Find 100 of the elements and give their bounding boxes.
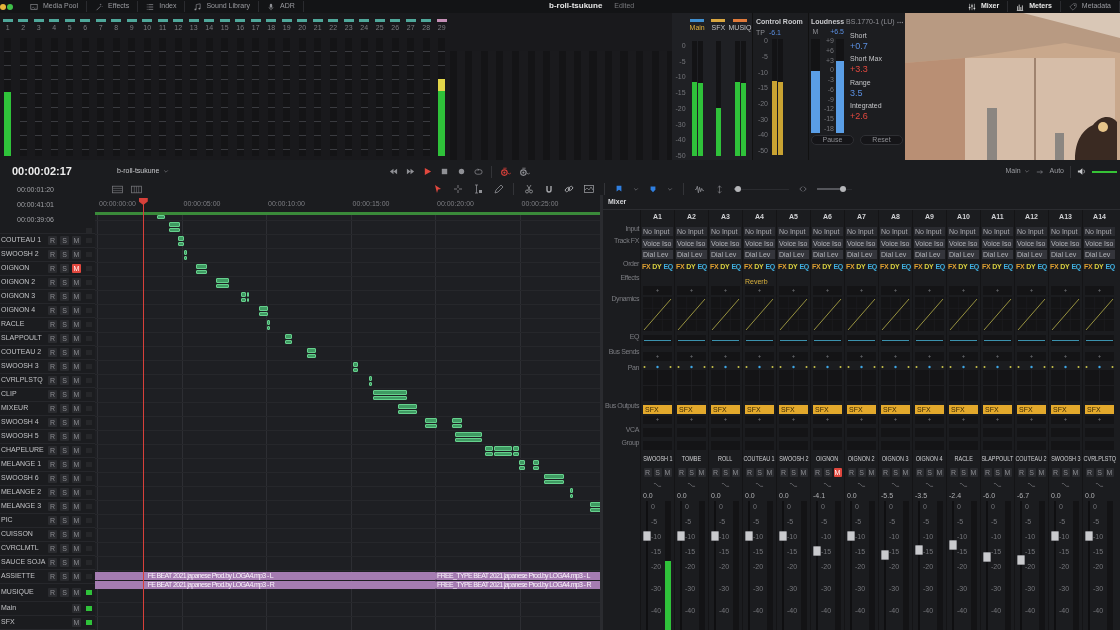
audio-clip[interactable] [215,283,229,288]
zoom-slider[interactable] [734,186,789,192]
waveform-icon[interactable] [694,183,705,195]
pointer-icon[interactable] [433,184,443,194]
fader-thumb[interactable] [1051,531,1059,542]
fader-thumb[interactable] [881,549,889,560]
eq-graph[interactable] [847,335,876,346]
automation-icon[interactable] [653,480,662,489]
caret-icon[interactable] [667,186,673,192]
fader-thumb[interactable] [983,551,991,562]
automation-icon[interactable] [925,480,934,489]
up-down-icon[interactable] [715,184,724,194]
eq-graph[interactable] [1051,335,1080,346]
fader-thumb[interactable] [677,531,685,542]
audio-clip[interactable] [493,446,513,451]
fader-thumb[interactable] [745,531,753,542]
play-icon[interactable] [423,167,433,176]
fader-thumb[interactable] [643,531,651,542]
window-controls-drawing[interactable] [0,2,14,11]
eq-graph[interactable] [915,335,944,346]
audio-clip[interactable] [196,264,207,269]
record-options-icon[interactable] [500,166,512,177]
audio-clip[interactable] [544,479,564,484]
fader-thumb[interactable] [813,546,821,557]
fader-thumb[interactable] [949,540,957,551]
audio-clip[interactable] [454,432,482,437]
audio-clip[interactable] [544,474,564,479]
automation-icon[interactable] [721,480,730,489]
eq-graph[interactable] [983,335,1012,346]
dynamics-graph[interactable] [1017,297,1046,331]
fader-thumb[interactable] [779,531,787,542]
fast-forward-icon[interactable] [406,167,416,176]
dynamics-graph[interactable] [983,297,1012,331]
record-icon[interactable] [457,167,467,176]
automation-icon[interactable] [857,480,866,489]
audio-clip[interactable] [398,409,417,414]
automation-icon[interactable] [823,480,832,489]
stop-icon[interactable] [440,167,450,176]
loop-icon[interactable] [474,167,484,176]
eq-graph[interactable] [1017,335,1046,346]
eq-graph[interactable] [779,335,808,346]
dynamics-graph[interactable] [779,297,808,331]
audio-clip[interactable] [589,502,600,507]
automation-icon[interactable] [789,480,798,489]
grid-icon[interactable] [131,183,142,195]
fader-thumb[interactable] [711,531,719,542]
audio-clip[interactable] [169,227,180,232]
audio-clip[interactable] [372,390,407,395]
audio-clip[interactable] [454,437,482,442]
scissors-icon[interactable] [524,184,534,194]
automation-icon[interactable] [891,480,900,489]
automation-icon[interactable] [755,480,764,489]
dynamics-graph[interactable] [1085,297,1114,331]
marker-icon[interactable] [649,185,657,193]
caret-icon[interactable] [633,186,639,192]
dynamics-graph[interactable] [1051,297,1080,331]
crosshair-icon[interactable] [453,184,463,194]
fader-thumb[interactable] [1085,531,1093,542]
audio-clip[interactable] [215,278,229,283]
flag-icon[interactable] [615,185,623,193]
audio-clip[interactable] [425,418,437,423]
fader-thumb[interactable] [847,531,855,542]
eq-graph[interactable] [813,335,842,346]
audio-clip[interactable] [169,222,180,227]
trim-icon[interactable] [473,184,483,194]
automation-icon[interactable] [993,480,1002,489]
waveform-box-icon[interactable] [584,184,594,194]
automation-icon[interactable] [959,480,968,489]
automation-icon[interactable] [1027,480,1036,489]
eq-graph[interactable] [1085,335,1114,346]
audio-clip[interactable] [157,215,165,219]
speaker-icon[interactable] [1077,167,1086,176]
eq-graph[interactable] [711,335,740,346]
fader-thumb[interactable] [1017,555,1025,566]
audio-clip[interactable] [425,423,437,428]
dynamics-graph[interactable] [643,297,672,331]
dynamics-graph[interactable] [677,297,706,331]
eq-graph[interactable] [881,335,910,346]
magnet-icon[interactable] [544,184,554,194]
dynamics-graph[interactable] [915,297,944,331]
fader-thumb[interactable] [915,545,923,556]
link-icon[interactable] [564,184,574,194]
dynamics-graph[interactable] [711,297,740,331]
record-options-icon[interactable] [519,166,531,177]
audio-clip[interactable] [372,395,407,400]
dynamics-graph[interactable] [949,297,978,331]
audio-clip[interactable] [398,404,417,409]
automation-icon[interactable] [1061,480,1070,489]
audio-clip[interactable] [196,269,207,274]
dynamics-graph[interactable] [847,297,876,331]
automation-icon[interactable] [1095,480,1104,489]
audio-clip[interactable] [493,451,513,456]
dynamics-graph[interactable] [881,297,910,331]
eq-graph[interactable] [745,335,774,346]
eq-graph[interactable] [949,335,978,346]
automation-icon[interactable] [687,480,696,489]
eq-graph[interactable] [643,335,672,346]
dynamics-graph[interactable] [813,297,842,331]
audio-clip[interactable] [451,423,462,428]
track-list-icon[interactable] [112,183,123,195]
